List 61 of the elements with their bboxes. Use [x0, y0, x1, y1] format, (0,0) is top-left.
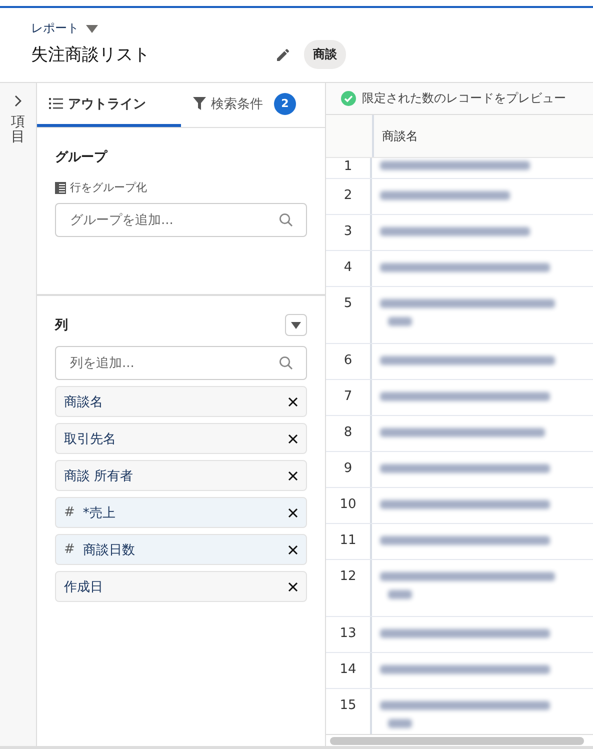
- column-name: *売上: [82, 504, 116, 522]
- row-number: 12: [326, 560, 372, 616]
- section-heading: グループ: [55, 150, 107, 165]
- column-header[interactable]: 商談名: [374, 115, 418, 157]
- list-icon: [49, 98, 63, 109]
- row-number: 13: [326, 617, 372, 652]
- close-icon[interactable]: [288, 434, 298, 444]
- column-name: 作成日: [64, 578, 104, 596]
- column-pill[interactable]: # *売上: [55, 497, 307, 528]
- row-number: 9: [326, 452, 372, 487]
- group-rows-label: 行をグループ化: [70, 180, 147, 195]
- report-type-link[interactable]: レポート: [31, 20, 79, 37]
- close-icon[interactable]: [288, 470, 298, 480]
- row-number: 14: [326, 653, 372, 688]
- row-number: 8: [326, 416, 372, 451]
- column-search-field[interactable]: 列を追加...: [55, 346, 307, 380]
- pencil-icon[interactable]: [276, 48, 290, 62]
- row-number: 4: [326, 251, 372, 286]
- expand-icon[interactable]: [14, 95, 22, 107]
- row-number: 2: [326, 179, 372, 214]
- row-number: 10: [326, 488, 372, 523]
- row-number: 11: [326, 524, 372, 559]
- filter-icon: [193, 97, 206, 110]
- caret-icon: [291, 322, 301, 328]
- fields-rail-label[interactable]: 項目: [11, 115, 25, 146]
- close-icon[interactable]: [288, 508, 298, 518]
- rows-icon: [55, 182, 66, 194]
- blurred-text: [388, 590, 412, 599]
- column-pill[interactable]: 作成日: [55, 571, 307, 602]
- close-icon[interactable]: [288, 544, 298, 554]
- search-icon: [279, 356, 293, 370]
- column-pill[interactable]: # 商談日数: [55, 534, 307, 565]
- preview-notice: 限定された数のレコードをプレビュー: [362, 90, 566, 107]
- row-number: 6: [326, 344, 372, 379]
- report-title: 失注商談リスト: [31, 44, 151, 66]
- group-search-field[interactable]: グループを追加...: [55, 203, 307, 237]
- row-number: 5: [326, 287, 372, 343]
- check-circle-icon: [341, 91, 356, 106]
- number-type-icon: #: [64, 542, 75, 557]
- blurred-text: [388, 719, 412, 728]
- column-name: 商談日数: [82, 542, 136, 558]
- close-icon[interactable]: [288, 396, 298, 406]
- filter-count-badge: 2: [274, 92, 296, 114]
- column-name: 商談名: [64, 394, 104, 410]
- close-icon[interactable]: [288, 582, 298, 592]
- scrollbar[interactable]: [326, 734, 593, 746]
- column-pill[interactable]: 取引先名: [55, 423, 307, 454]
- blurred-text: [388, 317, 412, 326]
- caret-icon[interactable]: [86, 24, 98, 32]
- search-icon: [279, 213, 293, 227]
- column-name: 取引先名: [64, 430, 117, 448]
- column-menu-button[interactable]: [285, 314, 307, 336]
- column-pill[interactable]: 商談名: [55, 386, 307, 417]
- column-name: 商談 所有者: [64, 468, 134, 484]
- row-number: 3: [326, 215, 372, 250]
- number-type-icon: #: [64, 505, 75, 520]
- section-heading: 列: [55, 317, 68, 334]
- column-pill[interactable]: 商談 所有者: [55, 460, 307, 491]
- row-number: 1: [326, 158, 372, 178]
- object-badge: 商談: [304, 40, 346, 69]
- row-number: 7: [326, 380, 372, 415]
